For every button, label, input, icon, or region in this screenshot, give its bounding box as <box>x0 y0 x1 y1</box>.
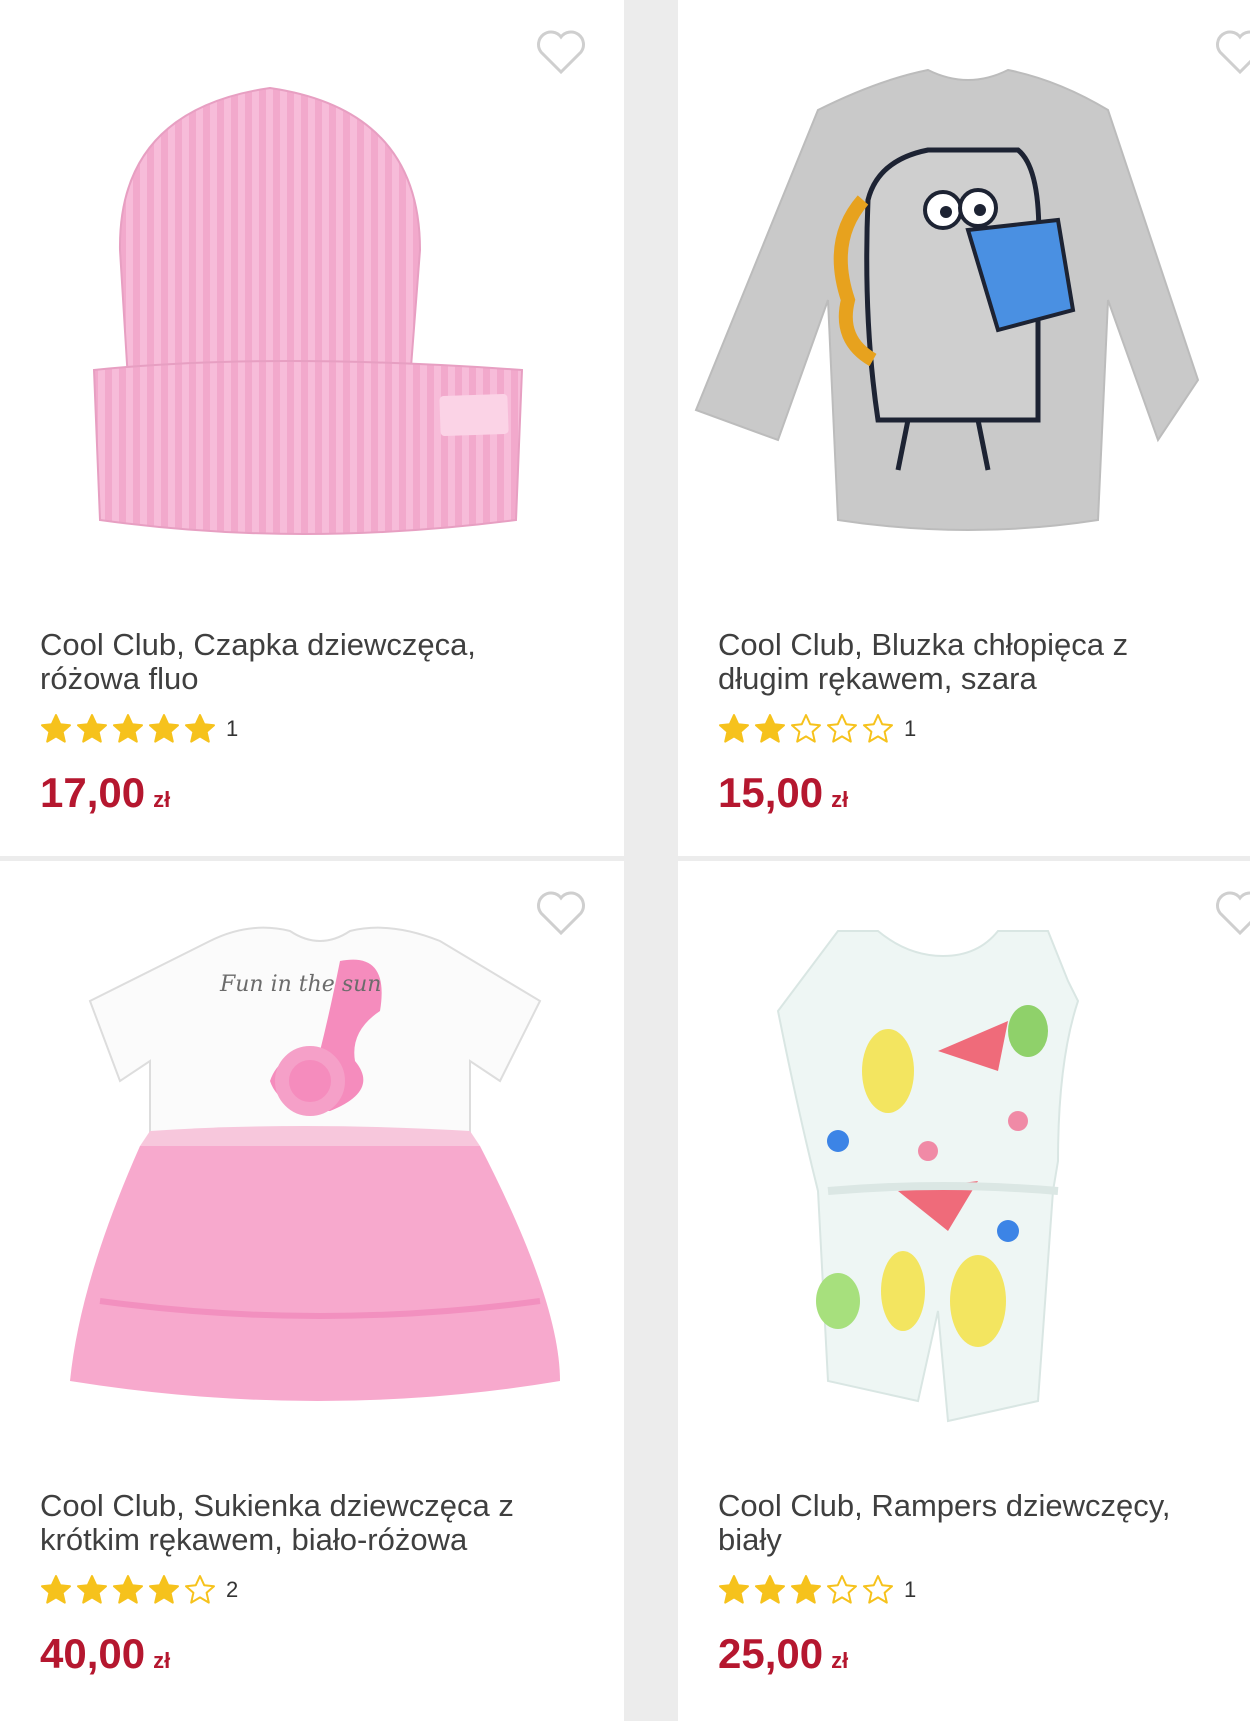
star-empty-icon <box>863 1575 893 1604</box>
product-title[interactable]: Cool Club, Bluzka chłopięca z długim ręk… <box>718 628 1250 696</box>
price-currency: zł <box>153 787 171 812</box>
rating-count: 2 <box>226 1577 239 1602</box>
star-filled-icon <box>719 714 749 743</box>
product-price: 17,00 zł <box>40 768 170 825</box>
product-title-line: Cool Club, Czapka dziewczęca, <box>40 627 476 662</box>
star-empty-icon <box>185 1575 215 1604</box>
star-filled-icon <box>719 1575 749 1604</box>
price-value: 17,00 <box>40 769 146 816</box>
print-text: Fun in the sun <box>219 972 381 997</box>
rating-count: 1 <box>226 716 239 741</box>
star-filled-icon <box>149 714 179 743</box>
product-title[interactable]: Cool Club, Rampers dziewczęcy, biały <box>718 1489 1250 1557</box>
star-filled-icon <box>755 714 785 743</box>
price-value: 25,00 <box>718 1630 824 1677</box>
product-image[interactable] <box>0 0 624 580</box>
heart-icon[interactable] <box>1214 30 1250 76</box>
heart-icon[interactable] <box>535 30 587 76</box>
star-filled-icon <box>149 1575 179 1604</box>
star-filled-icon <box>77 1575 107 1604</box>
product-price: 15,00 zł <box>718 768 848 825</box>
star-empty-icon <box>791 714 821 743</box>
star-filled-icon <box>113 714 143 743</box>
star-filled-icon <box>791 1575 821 1604</box>
product-price: 40,00 zł <box>40 1629 170 1686</box>
price-value: 15,00 <box>718 769 824 816</box>
product-card[interactable]: Fun in the sun Cool Club, Sukienka dziew… <box>0 861 624 1721</box>
star-empty-icon <box>827 714 857 743</box>
product-card[interactable]: Cool Club, Bluzka chłopięca z długim ręk… <box>678 0 1250 856</box>
product-title-line: Cool Club, Sukienka dziewczęca z <box>40 1488 514 1523</box>
product-rating: 1 <box>718 1573 916 1607</box>
product-image[interactable]: Fun in the sun <box>0 861 624 1441</box>
product-rating: 1 <box>718 712 916 746</box>
product-title-line: krótkim rękawem, biało-różowa <box>40 1522 468 1557</box>
product-grid: Cool Club, Czapka dziewczęca, różowa flu… <box>0 0 1250 1721</box>
product-title-line: różowa fluo <box>40 661 199 696</box>
product-image[interactable] <box>678 0 1250 580</box>
product-title-line: biały <box>718 1522 782 1557</box>
product-title-line: długim rękawem, szara <box>718 661 1037 696</box>
star-filled-icon <box>185 714 215 743</box>
price-value: 40,00 <box>40 1630 146 1677</box>
heart-icon[interactable] <box>535 891 587 937</box>
rating-count: 1 <box>904 716 917 741</box>
product-title[interactable]: Cool Club, Czapka dziewczęca, różowa flu… <box>40 628 580 696</box>
price-currency: zł <box>153 1648 171 1673</box>
product-rating: 1 <box>40 712 238 746</box>
product-title[interactable]: Cool Club, Sukienka dziewczęca z krótkim… <box>40 1489 580 1557</box>
product-price: 25,00 zł <box>718 1629 848 1686</box>
rating-count: 1 <box>904 1577 917 1602</box>
star-filled-icon <box>41 1575 71 1604</box>
price-currency: zł <box>831 1648 849 1673</box>
star-empty-icon <box>863 714 893 743</box>
star-filled-icon <box>41 714 71 743</box>
product-title-line: Cool Club, Rampers dziewczęcy, <box>718 1488 1171 1523</box>
star-filled-icon <box>113 1575 143 1604</box>
price-currency: zł <box>831 787 849 812</box>
star-empty-icon <box>827 1575 857 1604</box>
product-rating: 2 <box>40 1573 238 1607</box>
product-card[interactable]: Cool Club, Czapka dziewczęca, różowa flu… <box>0 0 624 856</box>
product-card[interactable]: Cool Club, Rampers dziewczęcy, biały 1 2… <box>678 861 1250 1721</box>
product-title-line: Cool Club, Bluzka chłopięca z <box>718 627 1129 662</box>
star-filled-icon <box>77 714 107 743</box>
heart-icon[interactable] <box>1214 891 1250 937</box>
star-filled-icon <box>755 1575 785 1604</box>
product-image[interactable] <box>678 861 1250 1441</box>
